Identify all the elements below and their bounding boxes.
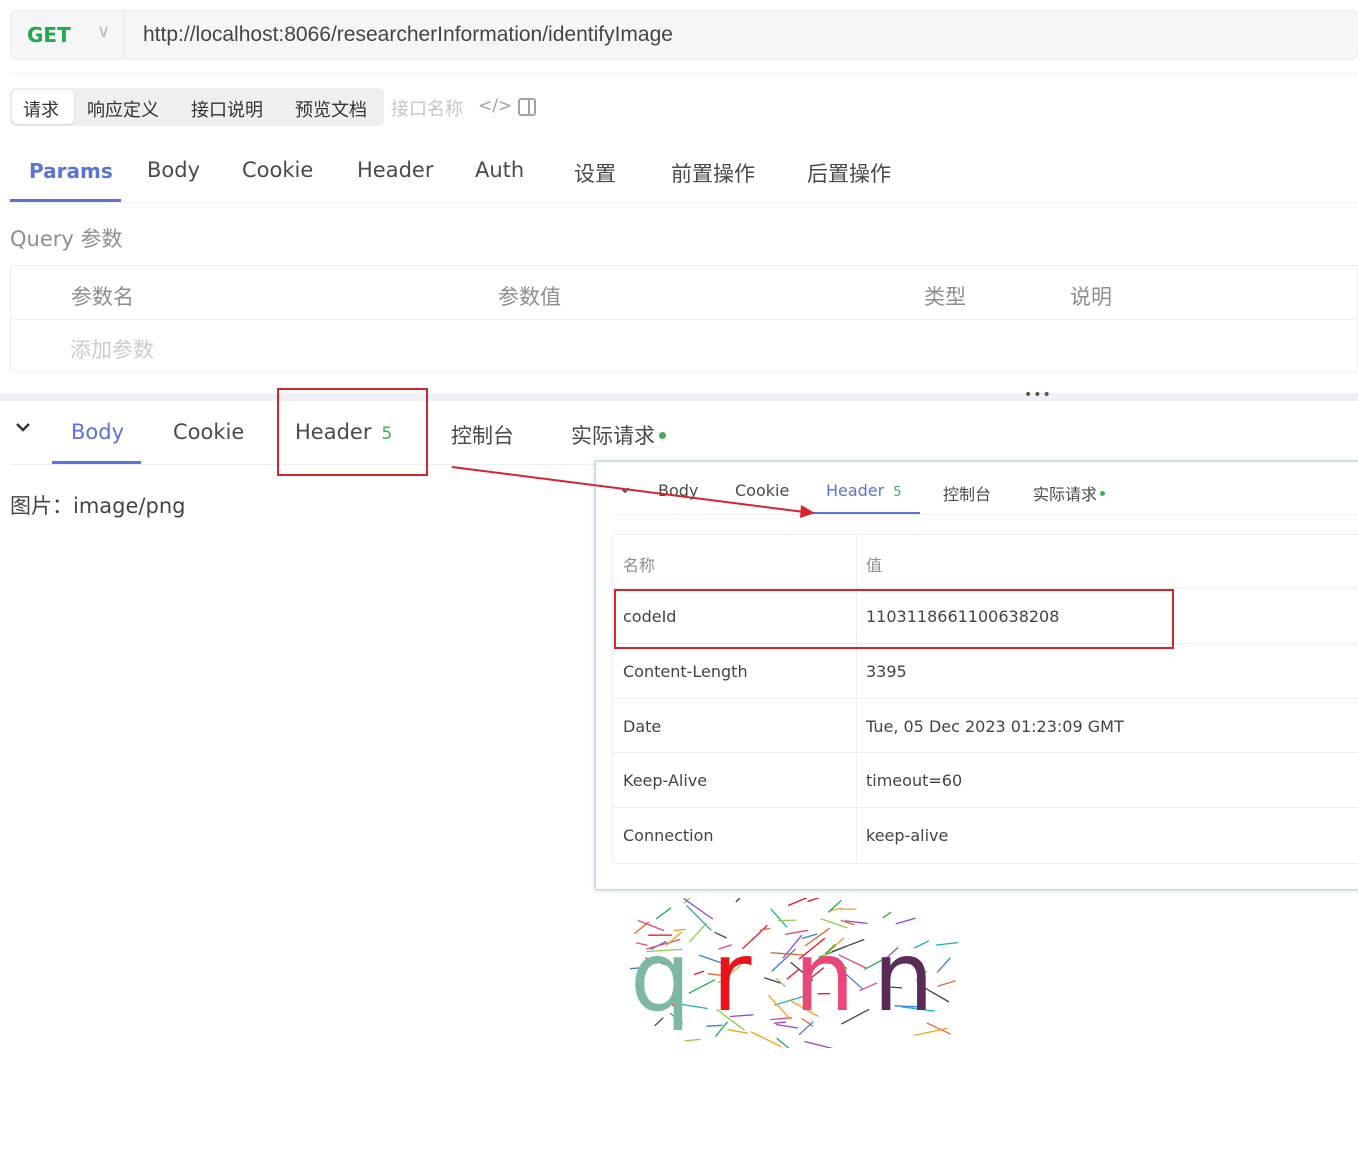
segment-tab-request[interactable]: 请求 [23,96,59,122]
status-dot [1100,491,1106,496]
header-name: Connection [623,826,714,845]
popup-tab-console[interactable]: 控制台 [943,481,991,505]
tab-label: 实际请求 [571,424,655,448]
header-value: 3395 [866,662,907,681]
header-name: Content-Length [623,662,748,681]
captcha-noise-line [750,1031,782,1048]
query-params-label: Query 参数 [10,227,123,251]
header-value: keep-alive [866,826,949,845]
add-param-input[interactable]: 添加参数 [70,334,154,364]
captcha-noise-line [776,1037,790,1048]
divider [10,319,1358,320]
header-value: Tue, 05 Dec 2023 01:23:09 GMT [866,717,1124,736]
captcha-noise-line [807,898,821,903]
response-tab-actual-request[interactable]: 实际请求 [571,420,666,450]
content-type-label: 图片：image/png [10,494,186,518]
divider [10,202,1358,203]
highlight-box [614,589,1174,649]
chevron-down-icon[interactable] [14,418,32,436]
captcha-noise-line [787,898,808,907]
column-divider [856,534,857,864]
header-value: timeout=60 [866,771,963,790]
response-tab-console[interactable]: 控制台 [451,420,514,450]
code-icon[interactable]: </> [478,96,512,116]
captcha-char: r [712,921,752,1033]
captcha-noise-line [689,922,708,943]
popup-tab-cookie[interactable]: Cookie [735,481,789,500]
captcha-noise-line [683,898,714,920]
highlight-box [277,388,428,476]
captcha-char: n [794,921,855,1033]
tab-cookie[interactable]: Cookie [242,158,313,182]
captcha-char: n [873,921,934,1033]
chevron-down-icon[interactable] [619,484,631,496]
captcha-noise-line [773,1021,787,1024]
http-method-select[interactable]: GET [27,23,71,47]
tab-pre-operations[interactable]: 前置操作 [671,158,755,188]
popup-tab-header[interactable]: Header 5 [826,481,902,500]
chevron-down-icon[interactable]: ∨ [97,21,110,42]
header-count-badge: 5 [893,485,902,500]
status-dot [659,431,666,439]
captcha-noise-line [655,907,672,920]
row-divider [612,752,1358,753]
captcha-noise-line [827,899,842,913]
segment-tab-response-definition[interactable]: 响应定义 [87,96,159,122]
captcha-noise-line [804,1040,834,1048]
captcha-noise-line [771,948,797,972]
captcha-noise-line [937,980,956,987]
column-header-description: 说明 [1070,285,1112,309]
tab-header[interactable]: Header [357,158,433,182]
column-header-value: 值 [866,556,883,575]
response-headers-table [612,534,1358,864]
segment-tab-preview-doc[interactable]: 预览文档 [295,96,367,122]
column-header-param-name: 参数名 [71,285,134,309]
captcha-noise-line [767,994,791,1020]
interface-name-input[interactable]: 接口名称 [391,95,463,121]
captcha-image: q r n n [630,898,958,1048]
segment-tab-interface-description[interactable]: 接口说明 [191,96,263,122]
column-header-name: 名称 [623,556,656,575]
captcha-noise-line [935,941,958,946]
side-panel-icon[interactable] [518,98,536,116]
url-separator [123,11,124,59]
response-tab-cookie[interactable]: Cookie [173,420,244,444]
tab-label: Header [826,481,885,500]
captcha-noise-line [684,1038,701,1042]
view-segment: 请求 响应定义 接口说明 预览文档 [10,88,384,126]
tab-post-operations[interactable]: 后置操作 [807,158,891,188]
captcha-noise-line [735,898,741,903]
resize-handle-icon[interactable]: ••• [1024,387,1052,403]
captcha-noise-line [770,908,788,928]
popup-tab-actual-request[interactable]: 实际请求 [1033,481,1106,505]
url-input[interactable]: http://localhost:8066/researcherInformat… [143,23,673,47]
pane-resizer[interactable] [0,393,1358,401]
column-header-type: 类型 [924,285,966,309]
header-name: Date [623,717,662,736]
captcha-char: q [630,921,691,1033]
tab-body[interactable]: Body [147,158,200,182]
header-name: Keep-Alive [623,771,708,790]
divider [10,73,1358,74]
captcha-noise-line [882,911,892,919]
popup-tab-body[interactable]: Body [658,481,698,500]
tab-auth[interactable]: Auth [475,158,524,182]
column-header-param-value: 参数值 [498,285,561,309]
tab-settings[interactable]: 设置 [574,158,616,188]
divider [612,514,1358,515]
row-divider [612,807,1358,808]
captcha-noise-line [693,970,705,976]
row-divider [612,698,1358,699]
captcha-noise-line [936,957,951,974]
tab-label: 实际请求 [1033,485,1098,504]
captcha-noise-line [688,979,716,994]
response-tab-body[interactable]: Body [71,420,124,444]
url-bar: GET ∨ http://localhost:8066/researcherIn… [10,10,1358,60]
tab-params[interactable]: Params [29,159,113,183]
